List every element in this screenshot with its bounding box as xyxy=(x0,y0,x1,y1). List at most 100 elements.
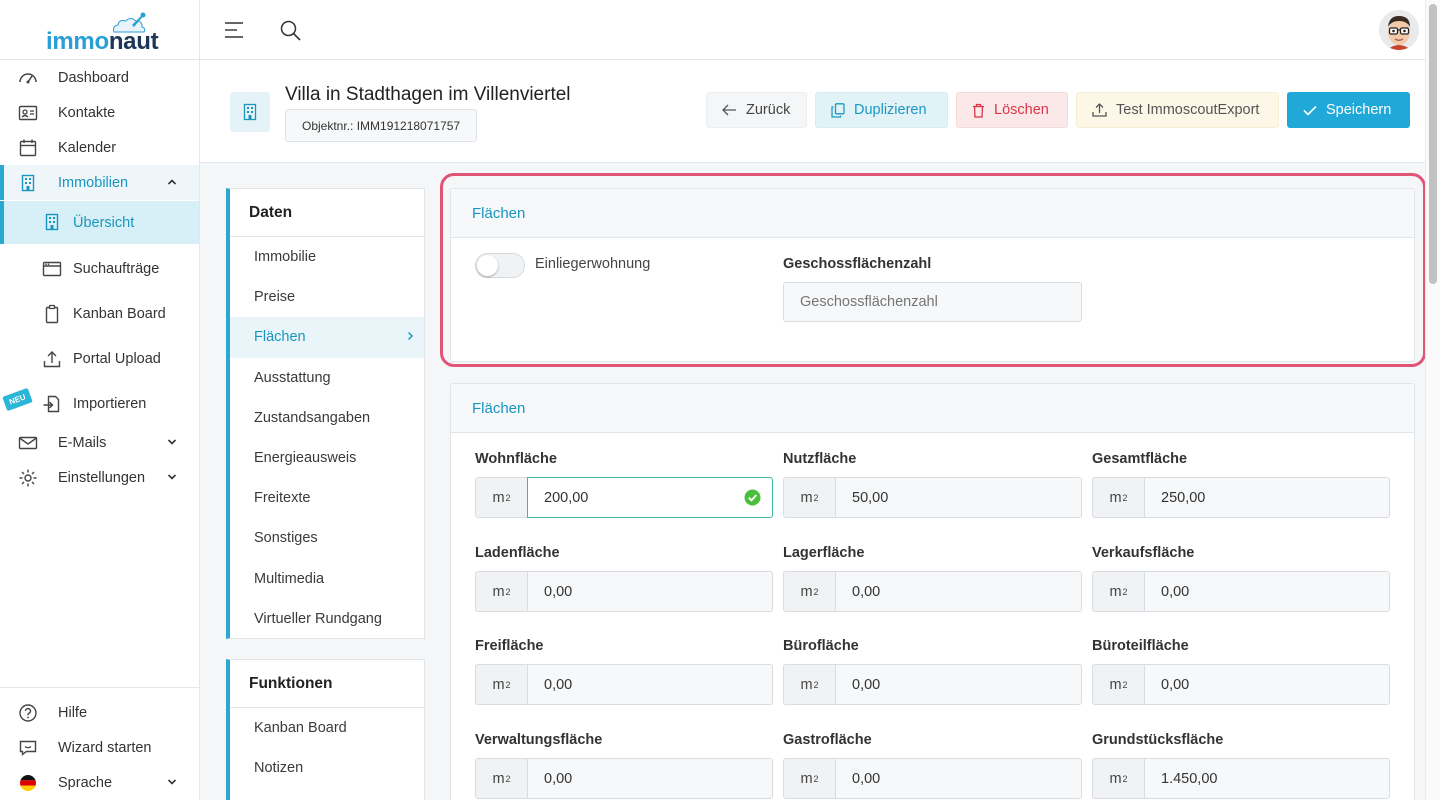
sidebar-item-label: Importieren xyxy=(73,395,147,412)
verwaltungsflaeche-input[interactable]: 0,00 xyxy=(527,758,773,799)
browser-icon xyxy=(42,261,62,277)
sidebar-item-einstellungen[interactable]: Einstellungen xyxy=(0,460,199,495)
menu-toggle-icon[interactable] xyxy=(224,21,244,39)
freiflaeche-input[interactable]: 0,00 xyxy=(527,664,773,705)
back-button-label: Zurück xyxy=(746,102,791,118)
menu-item-zustandsangaben[interactable]: Zustandsangaben xyxy=(230,398,424,438)
menu-item-energieausweis[interactable]: Energieausweis xyxy=(230,438,424,478)
card-title: Flächen xyxy=(451,384,1414,433)
gastroflaeche-input[interactable]: 0,00 xyxy=(835,758,1082,799)
sidebar-item-label: E-Mails xyxy=(58,434,107,451)
user-avatar[interactable] xyxy=(1379,10,1419,50)
menu-item-freitexte[interactable]: Freitexte xyxy=(230,478,424,518)
sidebar-item-portal-upload[interactable]: Portal Upload xyxy=(0,341,199,376)
menu-item-preise[interactable]: Preise xyxy=(230,277,424,317)
sidebar-item-label: Übersicht xyxy=(73,214,135,231)
sidebar-item-kalender[interactable]: Kalender xyxy=(0,130,199,165)
sidebar-item-kontakte[interactable]: Kontakte xyxy=(0,95,199,130)
unit-addon: m2 xyxy=(475,477,527,518)
menu-item-immobilie[interactable]: Immobilie xyxy=(230,237,424,277)
building-icon xyxy=(243,103,257,121)
page-title: Villa in Stadthagen im Villenviertel xyxy=(285,84,571,105)
unit-addon: m2 xyxy=(783,477,835,518)
field-label: Verkaufsfläche xyxy=(1092,545,1195,561)
menu-item-kanban[interactable]: Kanban Board xyxy=(230,708,424,748)
export-button[interactable]: Test ImmoscoutExport xyxy=(1076,92,1279,128)
chevron-down-icon xyxy=(167,779,177,785)
chevron-down-icon xyxy=(167,474,177,480)
bueroflaeche-input[interactable]: 0,00 xyxy=(835,664,1082,705)
unit-addon: m2 xyxy=(1092,477,1144,518)
duplicate-button[interactable]: Duplizieren xyxy=(815,92,948,128)
field-label: Nutzfläche xyxy=(783,451,857,467)
cloud-upload-icon xyxy=(1092,103,1107,117)
sidebar-item-sprache[interactable]: Sprache xyxy=(0,765,199,800)
menu-item-flaechen[interactable]: Flächen xyxy=(230,317,424,358)
menu-item-ausstattung[interactable]: Ausstattung xyxy=(230,358,424,398)
bueroflaeche-input-group: m2 0,00 xyxy=(783,664,1082,705)
dashboard-icon xyxy=(19,73,37,84)
verkaufsflaeche-input[interactable]: 0,00 xyxy=(1144,571,1390,612)
unit-addon: m2 xyxy=(475,571,527,612)
funktionen-menu: Funktionen Kanban Board Notizen xyxy=(226,659,425,800)
nutzflaeche-input-group: m2 50,00 xyxy=(783,477,1082,518)
logo[interactable]: immonaut xyxy=(0,0,199,60)
sidebar-item-importieren[interactable]: Importieren xyxy=(0,386,199,421)
field-label: Grundstücksfläche xyxy=(1092,732,1224,748)
sidebar-item-hilfe[interactable]: Hilfe xyxy=(0,695,199,730)
ladenflaeche-input[interactable]: 0,00 xyxy=(527,571,773,612)
unit-addon: m2 xyxy=(475,664,527,705)
scrollbar-thumb[interactable] xyxy=(1429,4,1437,284)
search-icon[interactable] xyxy=(280,20,301,41)
scrollbar[interactable] xyxy=(1425,0,1440,800)
page-header: Villa in Stadthagen im Villenviertel Obj… xyxy=(200,60,1425,163)
sidebar-item-label: Kalender xyxy=(58,139,117,156)
save-button[interactable]: Speichern xyxy=(1287,92,1410,128)
check-icon xyxy=(1303,105,1317,116)
arrow-left-icon xyxy=(722,104,736,116)
avatar-face-icon xyxy=(1379,10,1419,50)
sidebar-item-uebersicht[interactable]: Übersicht xyxy=(0,201,199,244)
unit-addon: m2 xyxy=(783,571,835,612)
menu-item-sonstiges[interactable]: Sonstiges xyxy=(230,518,424,558)
wohnflaeche-input[interactable]: 200,00 xyxy=(527,477,773,518)
logo-text-naut: naut xyxy=(108,28,159,55)
clipboard-icon xyxy=(45,304,59,324)
gesamtflaeche-input[interactable]: 250,00 xyxy=(1144,477,1390,518)
wohnflaeche-input-group: m2 200,00 xyxy=(475,477,773,518)
nutzflaeche-input[interactable]: 50,00 xyxy=(835,477,1082,518)
chevron-down-icon xyxy=(167,439,177,445)
lagerflaeche-input[interactable]: 0,00 xyxy=(835,571,1082,612)
field-label: Wohnfläche xyxy=(475,451,557,467)
field-label: Ladenfläche xyxy=(475,545,560,561)
bueroteilflaeche-input-group: m2 0,00 xyxy=(1092,664,1390,705)
chevron-right-icon xyxy=(408,332,413,341)
menu-item-notizen[interactable]: Notizen xyxy=(230,748,424,788)
highlight-frame xyxy=(440,173,1426,367)
unit-addon: m2 xyxy=(475,758,527,799)
sidebar-item-kanban[interactable]: Kanban Board xyxy=(0,296,199,331)
menu-item-label: Flächen xyxy=(254,329,306,346)
unit-addon: m2 xyxy=(783,664,835,705)
menu-item-multimedia[interactable]: Multimedia xyxy=(230,559,424,599)
sidebar-item-immobilien[interactable]: Immobilien xyxy=(0,165,199,200)
save-button-label: Speichern xyxy=(1326,102,1392,118)
verwaltungsflaeche-input-group: m2 0,00 xyxy=(475,758,773,799)
sidebar-item-wizard[interactable]: Wizard starten xyxy=(0,730,199,765)
delete-button[interactable]: Löschen xyxy=(956,92,1068,128)
building-icon xyxy=(21,174,35,192)
sidebar-item-suchauftraege[interactable]: Suchaufträge xyxy=(0,251,199,286)
field-label: Freifläche xyxy=(475,638,544,654)
chevron-up-icon xyxy=(167,179,177,185)
grundstuecksflaeche-input[interactable]: 1.450,00 xyxy=(1144,758,1390,799)
field-label: Gesamtfläche xyxy=(1092,451,1188,467)
sidebar-item-dashboard[interactable]: Dashboard xyxy=(0,60,199,95)
gear-icon xyxy=(19,469,37,487)
sidebar-item-emails[interactable]: E-Mails xyxy=(0,425,199,460)
sidebar: immonaut Dashboard Kontakte Kalender Imm… xyxy=(0,0,200,800)
back-button[interactable]: Zurück xyxy=(706,92,807,128)
menu-item-rundgang[interactable]: Virtueller Rundgang xyxy=(230,599,424,639)
ladenflaeche-input-group: m2 0,00 xyxy=(475,571,773,612)
sidebar-item-label: Hilfe xyxy=(58,704,88,721)
bueroteilflaeche-input[interactable]: 0,00 xyxy=(1144,664,1390,705)
